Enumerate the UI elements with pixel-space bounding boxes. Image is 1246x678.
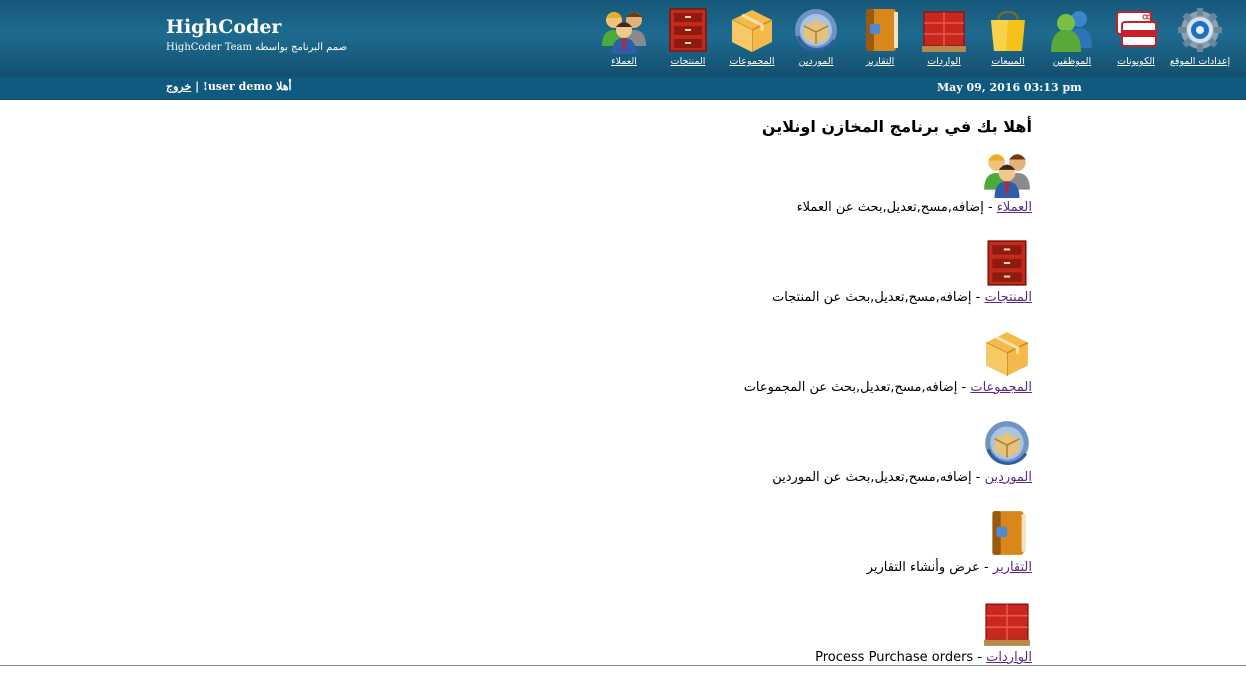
- entry-description: - إضافه,مسح,تعديل,بحث عن المجموعات: [743, 380, 971, 395]
- nav-item-label: الموردين: [798, 56, 834, 67]
- entry-line: المجموعات - إضافه,مسح,تعديل,بحث عن المجم…: [744, 380, 1032, 395]
- shopping-bag-icon: [984, 6, 1032, 54]
- welcome-separator: ! |: [195, 80, 208, 93]
- employees-icon: [1048, 6, 1096, 54]
- nav-item-reports[interactable]: التقارير: [848, 6, 912, 72]
- status-bar: أهلا user demo! | خروج May 09, 2016 03:1…: [0, 77, 1246, 100]
- customers-link[interactable]: العملاء: [997, 200, 1032, 215]
- brand-subtitle: صمم البرنامج بواسطه HighCoder Team: [166, 42, 348, 53]
- divider: [0, 665, 1246, 666]
- suppliers-icon[interactable]: [982, 418, 1032, 468]
- main-content: أهلا بك في برنامج المخازن اونلاين العملا…: [432, 116, 1032, 678]
- brand-title: HighCoder: [166, 16, 282, 38]
- nav-item-label: الموظفين: [1052, 56, 1092, 67]
- nav-item-label: المبيعات: [991, 56, 1025, 67]
- list-item: العملاء - إضافه,مسح,تعديل,بحث عن العملاء: [432, 148, 1032, 228]
- nav-item-customers[interactable]: العملاء: [592, 6, 656, 72]
- nav-item-employees[interactable]: الموظفين: [1040, 6, 1104, 72]
- nav-item-suppliers[interactable]: الموردين: [784, 6, 848, 72]
- entry-line: الواردات - Process Purchase orders: [815, 650, 1032, 665]
- gear-icon: [1176, 6, 1224, 54]
- entry-line: المنتجات - إضافه,مسح,تعديل,بحث عن المنتج…: [772, 290, 1032, 305]
- nav-item-label: التقارير: [865, 56, 895, 67]
- entry-line: العملاء - إضافه,مسح,تعديل,بحث عن العملاء: [797, 200, 1032, 215]
- welcome-text: أهلا user demo! | خروج: [166, 80, 292, 93]
- current-datetime: May 09, 2016 03:13 pm: [937, 81, 1082, 94]
- drawers-icon[interactable]: [982, 238, 1032, 288]
- nav-item-label: المجموعات: [729, 56, 775, 67]
- entry-description: - Process Purchase orders: [815, 650, 987, 665]
- entry-description: - عرض وأنشاء التقارير: [866, 560, 993, 575]
- top-nav: العملاء المنتجات المجموعات الموردين التق…: [592, 6, 1232, 74]
- pallet-icon: [920, 6, 968, 54]
- imports-link[interactable]: الواردات: [986, 650, 1032, 665]
- page-title: أهلا بك في برنامج المخازن اونلاين: [761, 117, 1032, 136]
- reports-link[interactable]: التقارير: [993, 560, 1032, 575]
- welcome-prefix: أهلا: [276, 80, 292, 93]
- box-icon[interactable]: [982, 328, 1032, 378]
- top-header: HighCoder صمم البرنامج بواسطه HighCoder …: [0, 0, 1246, 77]
- nav-item-label: إعدادات الموقع: [1169, 56, 1231, 67]
- entry-line: الموردين - إضافه,مسح,تعديل,بحث عن المورد…: [772, 470, 1032, 485]
- nav-item-imports[interactable]: الواردات: [912, 6, 976, 72]
- nav-item-products[interactable]: المنتجات: [656, 6, 720, 72]
- pallet-icon[interactable]: [982, 598, 1032, 648]
- brand: HighCoder صمم البرنامج بواسطه HighCoder …: [166, 16, 347, 55]
- suppliers-icon: [792, 6, 840, 54]
- customers-icon: [600, 6, 648, 54]
- box-icon: [728, 6, 776, 54]
- list-item: المجموعات - إضافه,مسح,تعديل,بحث عن المجم…: [432, 328, 1032, 408]
- entry-description: - إضافه,مسح,تعديل,بحث عن العملاء: [796, 200, 997, 215]
- list-item: التقارير - عرض وأنشاء التقارير: [432, 508, 1032, 588]
- products-link[interactable]: المنتجات: [984, 290, 1032, 305]
- coupons-icon: [1112, 6, 1160, 54]
- suppliers-link[interactable]: الموردين: [985, 470, 1032, 485]
- drawers-icon: [664, 6, 712, 54]
- entry-description: - إضافه,مسح,تعديل,بحث عن الموردين: [772, 470, 985, 485]
- nav-item-label: العملاء: [611, 56, 637, 67]
- nav-item-label: الكوبونات: [1117, 56, 1155, 67]
- nav-item-groups[interactable]: المجموعات: [720, 6, 784, 72]
- book-icon: [856, 6, 904, 54]
- book-icon[interactable]: [982, 508, 1032, 558]
- customers-icon[interactable]: [982, 148, 1032, 198]
- nav-item-coupons[interactable]: الكوبونات: [1104, 6, 1168, 72]
- nav-item-site-settings[interactable]: إعدادات الموقع: [1168, 6, 1232, 72]
- entry-line: التقارير - عرض وأنشاء التقارير: [867, 560, 1032, 575]
- nav-item-sales[interactable]: المبيعات: [976, 6, 1040, 72]
- username: user demo: [207, 80, 273, 93]
- nav-item-label: المنتجات: [670, 56, 706, 67]
- list-item: الموردين - إضافه,مسح,تعديل,بحث عن المورد…: [432, 418, 1032, 498]
- nav-item-label: الواردات: [927, 56, 961, 67]
- groups-link[interactable]: المجموعات: [970, 380, 1032, 395]
- entry-description: - إضافه,مسح,تعديل,بحث عن المنتجات: [771, 290, 985, 305]
- logout-link[interactable]: خروج: [166, 80, 191, 93]
- list-item: الواردات - Process Purchase orders: [432, 598, 1032, 678]
- list-item: المنتجات - إضافه,مسح,تعديل,بحث عن المنتج…: [432, 238, 1032, 318]
